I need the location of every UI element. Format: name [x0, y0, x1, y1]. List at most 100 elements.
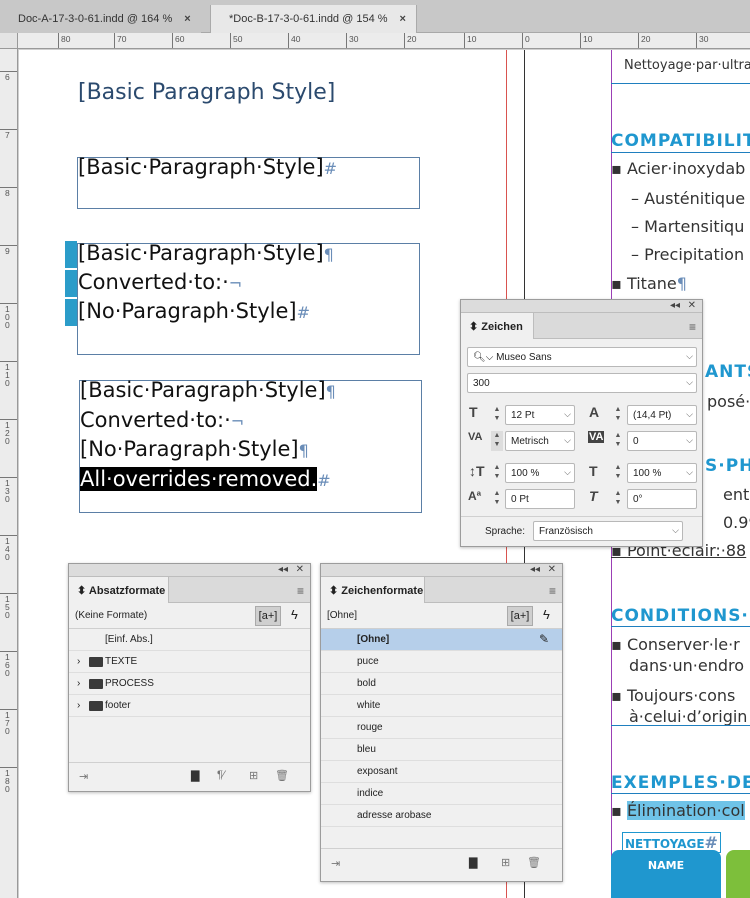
leading-stepper[interactable]: ▲ ▼	[612, 405, 624, 425]
font-family-select[interactable]: 🔍︎⌵ Museo Sans ⌵	[467, 347, 697, 367]
font-size-field[interactable]: 12 Pt ⌵	[505, 405, 575, 425]
font-size-icon: T	[469, 404, 478, 420]
text-pose: posé·C	[707, 392, 750, 411]
ruler-tick	[638, 33, 639, 48]
lightning-icon[interactable]: ϟ	[543, 607, 550, 622]
ruler-tick-label: 30	[699, 34, 709, 44]
panel-menu-icon[interactable]: ≡	[297, 584, 304, 598]
panel-menu-icon[interactable]: ≡	[689, 320, 696, 334]
list-item[interactable]: exposant	[321, 761, 562, 783]
list-item-folder[interactable]: › TEXTE	[69, 651, 310, 673]
heading-phy: S·PHY	[705, 456, 750, 476]
clear-overrides-icon[interactable]: ¶⁄	[217, 769, 225, 781]
ruler-tick	[0, 709, 17, 710]
style-override-marker	[65, 241, 77, 268]
load-styles-icon[interactable]: ⇥	[79, 770, 88, 783]
chevron-down-icon: ⌵	[686, 435, 693, 445]
load-styles-icon[interactable]: ⇥	[331, 857, 340, 870]
ruler-origin[interactable]	[0, 33, 18, 49]
list-item[interactable]: indice	[321, 783, 562, 805]
vertical-scale-icon: ↕T	[469, 463, 485, 479]
current-paragraph-style: (Keine Formate)	[75, 610, 148, 621]
ruler-tick-label: 9	[5, 246, 10, 256]
baseline-shift-stepper[interactable]: ▲ ▼	[491, 489, 503, 509]
collapse-icon[interactable]: ◂◂	[530, 564, 540, 576]
tab-zeichenformate[interactable]: ⬍ Zeichenformate	[321, 577, 425, 603]
panel-menu-icon[interactable]: ≡	[549, 584, 556, 598]
language-select[interactable]: Französisch ⌵	[533, 521, 683, 541]
tab-doc-a[interactable]: Doc-A-17-3-0-61.indd @ 164 % ×	[0, 5, 201, 33]
tab-absatzformate[interactable]: ⬍ Absatzformate	[69, 577, 169, 603]
close-icon[interactable]: ✕	[548, 564, 556, 576]
collapse-icon[interactable]: ◂◂	[670, 300, 680, 312]
ruler-tick	[288, 33, 289, 48]
list-item[interactable]: bleu	[321, 739, 562, 761]
page-heading: [Basic Paragraph Style]	[78, 80, 336, 105]
ruler-tick-label: 1 7 0	[5, 710, 10, 736]
text-entre: entré	[723, 485, 750, 504]
frame3-line4-selected[interactable]: All·overrides·removed.#	[80, 465, 331, 495]
panel-footer: ⇥ ▇ ⊞ 🗑︎	[321, 848, 562, 880]
collapse-icon[interactable]: ◂◂	[278, 564, 288, 576]
tracking-stepper[interactable]: ▲ ▼	[612, 431, 624, 451]
tracking-field[interactable]: 0 ⌵	[627, 431, 697, 451]
close-icon[interactable]: ✕	[688, 300, 696, 312]
new-style-icon[interactable]: ⊞	[249, 769, 258, 782]
horizontal-ruler[interactable]: 80 70 60 50 40 30 20 10 0 10 20 30	[0, 33, 750, 49]
vertical-scale-stepper[interactable]: ▲ ▼	[491, 463, 503, 483]
new-folder-icon[interactable]: ▇	[469, 856, 477, 869]
ruler-tick	[0, 187, 17, 188]
skew-field[interactable]: 0°	[627, 489, 697, 509]
panel-title-bar[interactable]: ◂◂ ✕	[321, 564, 562, 577]
zeichenformate-panel: ◂◂ ✕ ⬍ Zeichenformate ≡ [Ohne] [a+] ϟ [O…	[320, 563, 563, 882]
close-icon[interactable]: ×	[184, 13, 190, 25]
baseline-shift-field[interactable]: 0 Pt	[505, 489, 575, 509]
tab-zeichen[interactable]: ⬍ Zeichen	[461, 313, 534, 339]
create-style-icon[interactable]: [a+]	[255, 606, 281, 626]
folder-icon	[89, 701, 103, 711]
vertical-scale-field[interactable]: 100 % ⌵	[505, 463, 575, 483]
create-style-icon[interactable]: [a+]	[507, 606, 533, 626]
leading-field[interactable]: (14,4 Pt) ⌵	[627, 405, 697, 425]
list-item-selected[interactable]: [Ohne] ✎	[321, 629, 562, 651]
panel-title-bar[interactable]: ◂◂ ✕	[461, 300, 702, 313]
new-style-icon[interactable]: ⊞	[501, 856, 510, 869]
ruler-tick	[346, 33, 347, 48]
list-item[interactable]: white	[321, 695, 562, 717]
horizontal-scale-stepper[interactable]: ▲ ▼	[612, 463, 624, 483]
panel-title-bar[interactable]: ◂◂ ✕	[69, 564, 310, 577]
ruler-tick-label: 1 8 0	[5, 768, 10, 794]
new-folder-icon[interactable]: ▇	[191, 769, 199, 782]
ruler-tick	[404, 33, 405, 48]
ruler-tick	[0, 71, 17, 72]
skew-stepper[interactable]: ▲ ▼	[612, 489, 624, 509]
list-item[interactable]: adresse arobase	[321, 805, 562, 827]
list-item[interactable]: rouge	[321, 717, 562, 739]
list-item[interactable]: puce	[321, 651, 562, 673]
horizontal-scale-field[interactable]: 100 % ⌵	[627, 463, 697, 483]
tab-doc-a-label: Doc-A-17-3-0-61.indd @ 164 %	[18, 13, 173, 25]
close-icon[interactable]: ✕	[296, 564, 304, 576]
vertical-ruler[interactable]: 6 7 8 9 1 0 0 1 1 0 1 2 0 1 3 0 1 4 0 1 5 0 1 6 0 1…	[0, 49, 18, 898]
font-size-stepper[interactable]: ▲ ▼	[491, 405, 503, 425]
list-item[interactable]: bold	[321, 673, 562, 695]
lightning-icon[interactable]: ϟ	[291, 607, 298, 622]
kerning-stepper[interactable]: ▲ ▼	[491, 431, 503, 451]
tab-doc-b[interactable]: *Doc-B-17-3-0-61.indd @ 154 % ×	[210, 5, 417, 33]
text-conserver-2: dans·un·endro	[629, 656, 745, 675]
trash-icon[interactable]: 🗑︎	[275, 769, 289, 782]
current-character-style: [Ohne]	[327, 610, 358, 621]
list-item-folder[interactable]: › footer	[69, 695, 310, 717]
close-icon[interactable]: ×	[400, 13, 406, 25]
list-item[interactable]: [Einf. Abs.]	[69, 629, 310, 651]
name-box-label: NAME	[647, 859, 685, 872]
bullet-acier: ▪ Acier·inoxydab	[611, 159, 746, 178]
chevron-down-icon: ⌵	[686, 351, 693, 361]
trash-icon[interactable]: 🗑︎	[527, 856, 541, 869]
font-style-select[interactable]: 300 ⌵	[467, 373, 697, 393]
zeichen-panel: ◂◂ ✕ ⬍ Zeichen ≡ 🔍︎⌵ Museo Sans ⌵ 300 ⌵ T …	[460, 299, 703, 547]
ruler-tick	[172, 33, 173, 48]
panel-footer: ⇥ ▇ ¶⁄ ⊞ 🗑︎	[69, 762, 310, 790]
kerning-field[interactable]: Metrisch ⌵	[505, 431, 575, 451]
list-item-folder[interactable]: › PROCESS	[69, 673, 310, 695]
